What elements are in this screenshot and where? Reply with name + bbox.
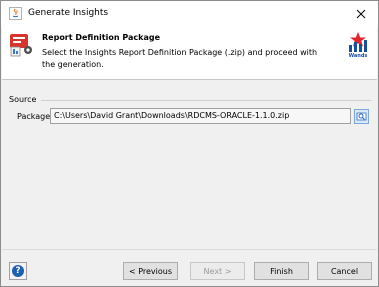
footer-divider — [2, 249, 377, 250]
brand-label: Wands — [348, 53, 368, 59]
package-label: Package — [17, 112, 51, 121]
close-icon — [356, 9, 366, 19]
wizard-header: Report Definition Package Select the Ins… — [2, 27, 377, 80]
package-path-input[interactable] — [50, 108, 351, 124]
brand-logo: Wands — [345, 31, 371, 59]
next-button[interactable]: Next > — [190, 262, 245, 280]
browse-folder-icon — [356, 112, 367, 121]
cancel-button[interactable]: Cancel — [317, 262, 372, 280]
browse-button[interactable] — [354, 109, 369, 124]
help-button[interactable]: ? — [9, 262, 27, 280]
dialog-window: Generate Insights Report Definition Pack… — [0, 0, 379, 287]
help-icon: ? — [12, 265, 24, 277]
previous-button[interactable]: < Previous — [123, 262, 178, 280]
source-section-label: Source — [9, 95, 37, 104]
java-icon — [9, 7, 22, 20]
finish-button[interactable]: Finish — [254, 262, 309, 280]
title-bar: Generate Insights — [1, 1, 378, 27]
header-title: Report Definition Package — [42, 33, 160, 42]
section-divider — [41, 100, 371, 101]
window-title: Generate Insights — [28, 8, 109, 18]
package-icon — [8, 31, 34, 57]
close-button[interactable] — [344, 1, 378, 27]
header-description: Select the Insights Report Definition Pa… — [42, 48, 318, 69]
